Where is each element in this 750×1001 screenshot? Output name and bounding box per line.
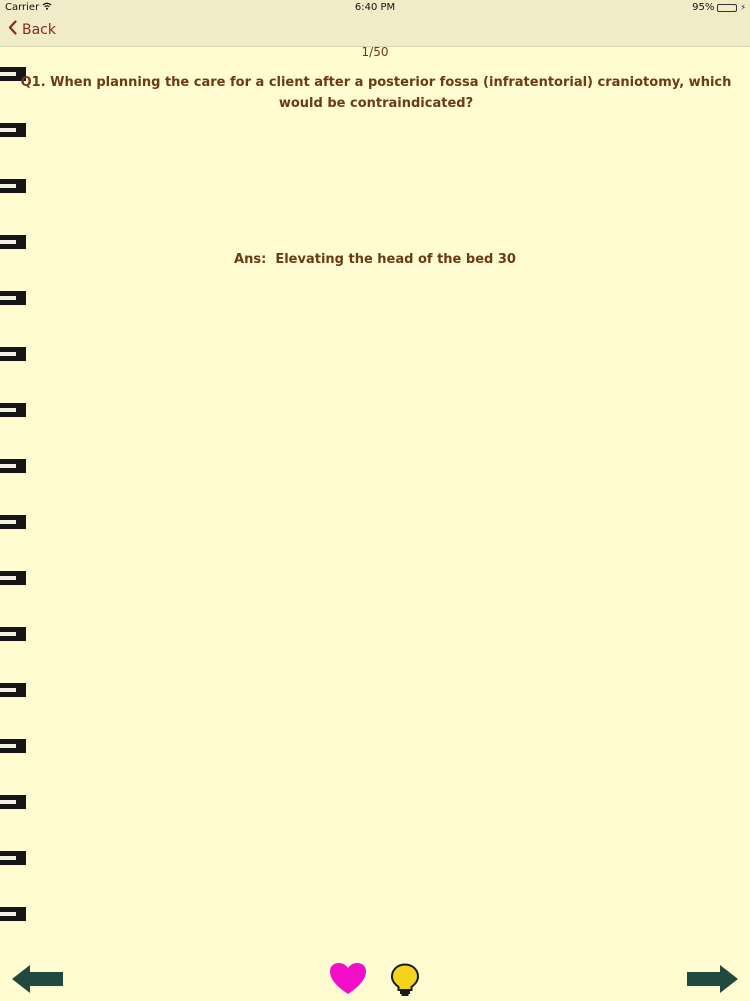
spiral-ring-icon — [0, 459, 26, 473]
battery-group: 95% ⚡ — [692, 2, 746, 13]
question-counter: 1/50 — [361, 45, 389, 59]
previous-button[interactable] — [12, 963, 64, 995]
spiral-ring-icon — [0, 291, 26, 305]
status-time: 6:40 PM — [354, 2, 396, 13]
battery-percent: 95% — [692, 2, 715, 13]
hint-button[interactable] — [390, 963, 420, 997]
next-button[interactable] — [686, 963, 738, 995]
spiral-ring-icon — [0, 795, 26, 809]
chevron-left-icon — [8, 20, 22, 39]
navigation-bar: Back — [0, 16, 750, 47]
status-bar: Carrier 6:40 PM 95% ⚡ — [0, 0, 750, 16]
heart-icon — [330, 963, 366, 994]
spiral-ring-icon — [0, 179, 26, 193]
charging-bolt-icon: ⚡ — [740, 3, 746, 12]
back-label: Back — [22, 21, 56, 38]
favorite-button[interactable] — [329, 962, 367, 996]
spiral-ring-icon — [0, 515, 26, 529]
battery-icon — [717, 3, 738, 12]
spiral-binding — [0, 60, 30, 940]
answer-text: Ans: Elevating the head of the bed 30 — [234, 252, 516, 267]
question-text: Q1. When planning the care for a client … — [20, 75, 732, 111]
spiral-ring-icon — [0, 851, 26, 865]
back-button[interactable]: Back — [8, 20, 56, 39]
spiral-ring-icon — [0, 403, 26, 417]
spiral-ring-icon — [0, 347, 26, 361]
spiral-ring-icon — [0, 123, 26, 137]
spiral-ring-icon — [0, 683, 26, 697]
arrow-right-icon — [687, 965, 738, 993]
spiral-ring-icon — [0, 235, 26, 249]
spiral-ring-icon — [0, 907, 26, 921]
lightbulb-icon — [390, 963, 420, 996]
spiral-ring-icon — [0, 571, 26, 585]
spiral-ring-icon — [0, 739, 26, 753]
spiral-ring-icon — [0, 627, 26, 641]
arrow-left-icon — [12, 965, 63, 993]
